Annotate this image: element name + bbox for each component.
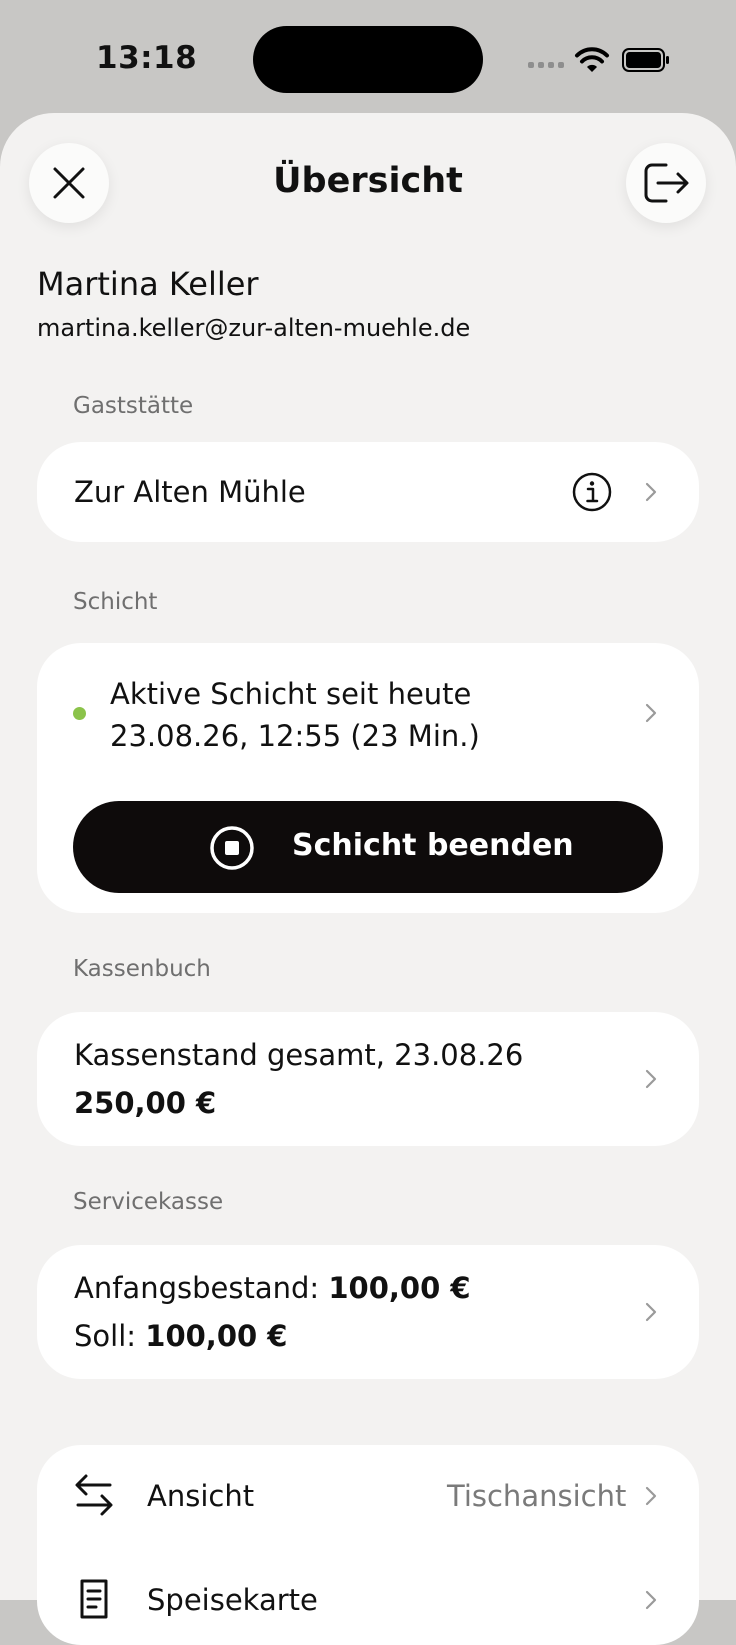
settings-item-ansicht[interactable]: Ansicht Tischansicht (37, 1445, 699, 1549)
settings-item-label: Speisekarte (147, 1583, 318, 1617)
chevron-right-icon (645, 1590, 657, 1610)
kassenbuch-card[interactable]: Kassenstand gesamt, 23.08.26 250,00 € (37, 1012, 699, 1146)
menu-card-icon (80, 1579, 108, 1619)
end-shift-label: Schicht beenden (292, 828, 574, 863)
chevron-right-icon (645, 482, 657, 502)
overview-sheet: Übersicht Martina Keller martina.keller@… (0, 113, 736, 1645)
battery-icon (622, 48, 669, 72)
chevron-right-icon (645, 1069, 657, 1089)
settings-item-speisekarte[interactable]: Speisekarte (37, 1549, 699, 1645)
gaststaette-name: Zur Alten Mühle (74, 475, 306, 509)
shift-status-row[interactable]: Aktive Schicht seit heute 23.08.26, 12:5… (37, 643, 699, 783)
chevron-right-icon (645, 1302, 657, 1322)
section-label-servicekasse: Servicekasse (73, 1189, 224, 1215)
section-label-gaststaette: Gaststätte (73, 393, 194, 419)
soll-row: Soll: 100,00 € (74, 1319, 287, 1353)
chevron-right-icon (645, 1486, 657, 1506)
servicekasse-card[interactable]: Anfangsbestand: 100,00 € Soll: 100,00 € (37, 1245, 699, 1379)
dynamic-island (253, 26, 483, 93)
settings-item-value: Tischansicht (447, 1479, 627, 1513)
settings-item-label: Ansicht (147, 1479, 255, 1513)
stop-icon (210, 826, 254, 870)
end-shift-button[interactable]: Schicht beenden (73, 801, 663, 893)
status-time: 13:18 (96, 40, 198, 76)
schicht-card: Aktive Schicht seit heute 23.08.26, 12:5… (37, 643, 699, 913)
arrows-swap-icon (75, 1474, 113, 1516)
shift-status-line2: 23.08.26, 12:55 (23 Min.) (110, 719, 480, 753)
status-bar: 13:18 (0, 0, 736, 115)
user-name: Martina Keller (37, 265, 259, 303)
settings-card: Ansicht Tischansicht Speisekarte (37, 1445, 699, 1645)
anfangsbestand-label: Anfangsbestand: (74, 1271, 320, 1305)
section-label-kassenbuch: Kassenbuch (73, 956, 211, 982)
cellular-signal-icon (528, 62, 564, 68)
info-icon[interactable] (572, 472, 612, 512)
soll-value: 100,00 € (145, 1319, 288, 1353)
user-email: martina.keller@zur-alten-muehle.de (37, 314, 471, 342)
section-label-schicht: Schicht (73, 589, 158, 615)
shift-status-line1: Aktive Schicht seit heute (110, 677, 472, 711)
soll-label: Soll: (74, 1319, 137, 1353)
wifi-icon (575, 47, 609, 72)
anfangsbestand-value: 100,00 € (328, 1271, 471, 1305)
chevron-right-icon (645, 703, 657, 723)
kassenstand-amount: 250,00 € (74, 1086, 217, 1120)
logout-button[interactable] (626, 143, 706, 223)
anfangsbestand-row: Anfangsbestand: 100,00 € (74, 1271, 471, 1305)
gaststaette-card[interactable]: Zur Alten Mühle (37, 442, 699, 542)
logout-icon (644, 163, 689, 203)
kassenstand-title: Kassenstand gesamt, 23.08.26 (74, 1038, 524, 1072)
